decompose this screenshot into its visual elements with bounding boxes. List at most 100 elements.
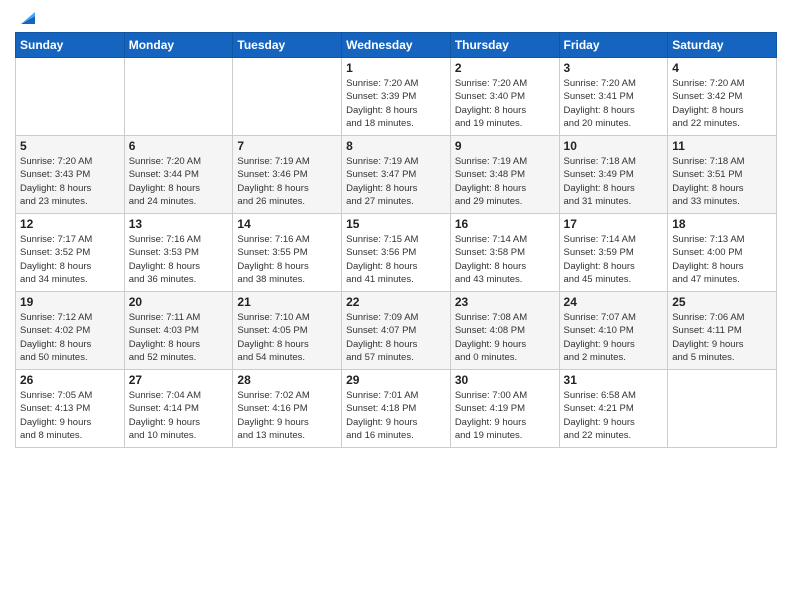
day-cell: 27 Sunrise: 7:04 AM Sunset: 4:14 PM Dayli… — [124, 370, 233, 448]
day-cell: 9 Sunrise: 7:19 AM Sunset: 3:48 PM Daylig… — [450, 136, 559, 214]
day-number: 23 — [455, 295, 555, 309]
day-info: Sunrise: 7:08 AM Sunset: 4:08 PM Dayligh… — [455, 311, 555, 364]
day-info: Sunrise: 7:14 AM Sunset: 3:59 PM Dayligh… — [564, 233, 664, 286]
day-number: 17 — [564, 217, 664, 231]
day-info: Sunrise: 7:14 AM Sunset: 3:58 PM Dayligh… — [455, 233, 555, 286]
day-cell: 6 Sunrise: 7:20 AM Sunset: 3:44 PM Daylig… — [124, 136, 233, 214]
day-cell: 24Sunrise: 7:07 AM Sunset: 4:10 PM Dayli… — [559, 292, 668, 370]
day-cell: 25 Sunrise: 7:06 AM Sunset: 4:11 PM Dayli… — [668, 292, 777, 370]
day-info: Sunrise: 7:20 AM Sunset: 3:39 PM Dayligh… — [346, 77, 446, 130]
weekday-header-row: SundayMondayTuesdayWednesdayThursdayFrid… — [16, 33, 777, 58]
day-number: 19 — [20, 295, 120, 309]
day-number: 22 — [346, 295, 446, 309]
day-info: Sunrise: 7:06 AM Sunset: 4:11 PM Dayligh… — [672, 311, 772, 364]
day-info: Sunrise: 7:16 AM Sunset: 3:55 PM Dayligh… — [237, 233, 337, 286]
day-info: Sunrise: 7:15 AM Sunset: 3:56 PM Dayligh… — [346, 233, 446, 286]
day-cell: 2Sunrise: 7:20 AM Sunset: 3:40 PM Daylig… — [450, 58, 559, 136]
day-info: Sunrise: 7:02 AM Sunset: 4:16 PM Dayligh… — [237, 389, 337, 442]
day-number: 24 — [564, 295, 664, 309]
day-cell: 7 Sunrise: 7:19 AM Sunset: 3:46 PM Daylig… — [233, 136, 342, 214]
day-info: Sunrise: 7:19 AM Sunset: 3:48 PM Dayligh… — [455, 155, 555, 208]
day-number: 16 — [455, 217, 555, 231]
day-cell: 18 Sunrise: 7:13 AM Sunset: 4:00 PM Dayli… — [668, 214, 777, 292]
day-number: 10 — [564, 139, 664, 153]
day-number: 3 — [564, 61, 664, 75]
main-container: SundayMondayTuesdayWednesdayThursdayFrid… — [0, 0, 792, 453]
day-number: 12 — [20, 217, 120, 231]
day-cell: 17 Sunrise: 7:14 AM Sunset: 3:59 PM Dayli… — [559, 214, 668, 292]
day-number: 25 — [672, 295, 772, 309]
day-cell: 8Sunrise: 7:19 AM Sunset: 3:47 PM Daylig… — [342, 136, 451, 214]
day-info: Sunrise: 7:19 AM Sunset: 3:46 PM Dayligh… — [237, 155, 337, 208]
day-info: Sunrise: 7:11 AM Sunset: 4:03 PM Dayligh… — [129, 311, 229, 364]
day-cell: 31 Sunrise: 6:58 AM Sunset: 4:21 PM Dayli… — [559, 370, 668, 448]
day-info: Sunrise: 6:58 AM Sunset: 4:21 PM Dayligh… — [564, 389, 664, 442]
day-cell: 13 Sunrise: 7:16 AM Sunset: 3:53 PM Dayli… — [124, 214, 233, 292]
day-info: Sunrise: 7:12 AM Sunset: 4:02 PM Dayligh… — [20, 311, 120, 364]
day-info: Sunrise: 7:20 AM Sunset: 3:44 PM Dayligh… — [129, 155, 229, 208]
day-info: Sunrise: 7:00 AM Sunset: 4:19 PM Dayligh… — [455, 389, 555, 442]
day-cell: 30 Sunrise: 7:00 AM Sunset: 4:19 PM Dayli… — [450, 370, 559, 448]
day-cell: 28 Sunrise: 7:02 AM Sunset: 4:16 PM Dayli… — [233, 370, 342, 448]
day-number: 18 — [672, 217, 772, 231]
day-cell: 23 Sunrise: 7:08 AM Sunset: 4:08 PM Dayli… — [450, 292, 559, 370]
day-number: 31 — [564, 373, 664, 387]
day-cell: 5Sunrise: 7:20 AM Sunset: 3:43 PM Daylig… — [16, 136, 125, 214]
day-number: 6 — [129, 139, 229, 153]
day-number: 21 — [237, 295, 337, 309]
day-info: Sunrise: 7:04 AM Sunset: 4:14 PM Dayligh… — [129, 389, 229, 442]
week-row-1: 1Sunrise: 7:20 AM Sunset: 3:39 PM Daylig… — [16, 58, 777, 136]
weekday-header-friday: Friday — [559, 33, 668, 58]
day-number: 9 — [455, 139, 555, 153]
logo-icon — [17, 6, 39, 28]
day-number: 13 — [129, 217, 229, 231]
day-info: Sunrise: 7:18 AM Sunset: 3:51 PM Dayligh… — [672, 155, 772, 208]
day-info: Sunrise: 7:20 AM Sunset: 3:40 PM Dayligh… — [455, 77, 555, 130]
day-number: 15 — [346, 217, 446, 231]
day-cell: 4Sunrise: 7:20 AM Sunset: 3:42 PM Daylig… — [668, 58, 777, 136]
day-info: Sunrise: 7:10 AM Sunset: 4:05 PM Dayligh… — [237, 311, 337, 364]
day-info: Sunrise: 7:01 AM Sunset: 4:18 PM Dayligh… — [346, 389, 446, 442]
day-cell: 26Sunrise: 7:05 AM Sunset: 4:13 PM Dayli… — [16, 370, 125, 448]
day-number: 26 — [20, 373, 120, 387]
day-cell: 29 Sunrise: 7:01 AM Sunset: 4:18 PM Dayli… — [342, 370, 451, 448]
week-row-5: 26Sunrise: 7:05 AM Sunset: 4:13 PM Dayli… — [16, 370, 777, 448]
day-number: 28 — [237, 373, 337, 387]
day-number: 29 — [346, 373, 446, 387]
day-cell: 3 Sunrise: 7:20 AM Sunset: 3:41 PM Daylig… — [559, 58, 668, 136]
week-row-4: 19 Sunrise: 7:12 AM Sunset: 4:02 PM Dayli… — [16, 292, 777, 370]
day-number: 8 — [346, 139, 446, 153]
day-cell — [124, 58, 233, 136]
day-cell — [16, 58, 125, 136]
day-info: Sunrise: 7:16 AM Sunset: 3:53 PM Dayligh… — [129, 233, 229, 286]
day-cell: 11 Sunrise: 7:18 AM Sunset: 3:51 PM Dayli… — [668, 136, 777, 214]
day-info: Sunrise: 7:17 AM Sunset: 3:52 PM Dayligh… — [20, 233, 120, 286]
day-cell: 12 Sunrise: 7:17 AM Sunset: 3:52 PM Dayli… — [16, 214, 125, 292]
day-cell: 20 Sunrise: 7:11 AM Sunset: 4:03 PM Dayli… — [124, 292, 233, 370]
day-number: 20 — [129, 295, 229, 309]
day-number: 7 — [237, 139, 337, 153]
calendar-table: SundayMondayTuesdayWednesdayThursdayFrid… — [15, 32, 777, 448]
day-info: Sunrise: 7:20 AM Sunset: 3:42 PM Dayligh… — [672, 77, 772, 130]
day-number: 30 — [455, 373, 555, 387]
logo — [15, 10, 39, 24]
header — [15, 10, 777, 24]
weekday-header-saturday: Saturday — [668, 33, 777, 58]
day-info: Sunrise: 7:13 AM Sunset: 4:00 PM Dayligh… — [672, 233, 772, 286]
week-row-2: 5Sunrise: 7:20 AM Sunset: 3:43 PM Daylig… — [16, 136, 777, 214]
day-number: 5 — [20, 139, 120, 153]
week-row-3: 12 Sunrise: 7:17 AM Sunset: 3:52 PM Dayli… — [16, 214, 777, 292]
day-number: 27 — [129, 373, 229, 387]
day-info: Sunrise: 7:20 AM Sunset: 3:41 PM Dayligh… — [564, 77, 664, 130]
weekday-header-thursday: Thursday — [450, 33, 559, 58]
day-info: Sunrise: 7:09 AM Sunset: 4:07 PM Dayligh… — [346, 311, 446, 364]
weekday-header-sunday: Sunday — [16, 33, 125, 58]
day-cell — [668, 370, 777, 448]
weekday-header-tuesday: Tuesday — [233, 33, 342, 58]
weekday-header-wednesday: Wednesday — [342, 33, 451, 58]
day-info: Sunrise: 7:18 AM Sunset: 3:49 PM Dayligh… — [564, 155, 664, 208]
day-number: 11 — [672, 139, 772, 153]
day-cell: 1Sunrise: 7:20 AM Sunset: 3:39 PM Daylig… — [342, 58, 451, 136]
day-cell: 10 Sunrise: 7:18 AM Sunset: 3:49 PM Dayli… — [559, 136, 668, 214]
day-cell: 14Sunrise: 7:16 AM Sunset: 3:55 PM Dayli… — [233, 214, 342, 292]
